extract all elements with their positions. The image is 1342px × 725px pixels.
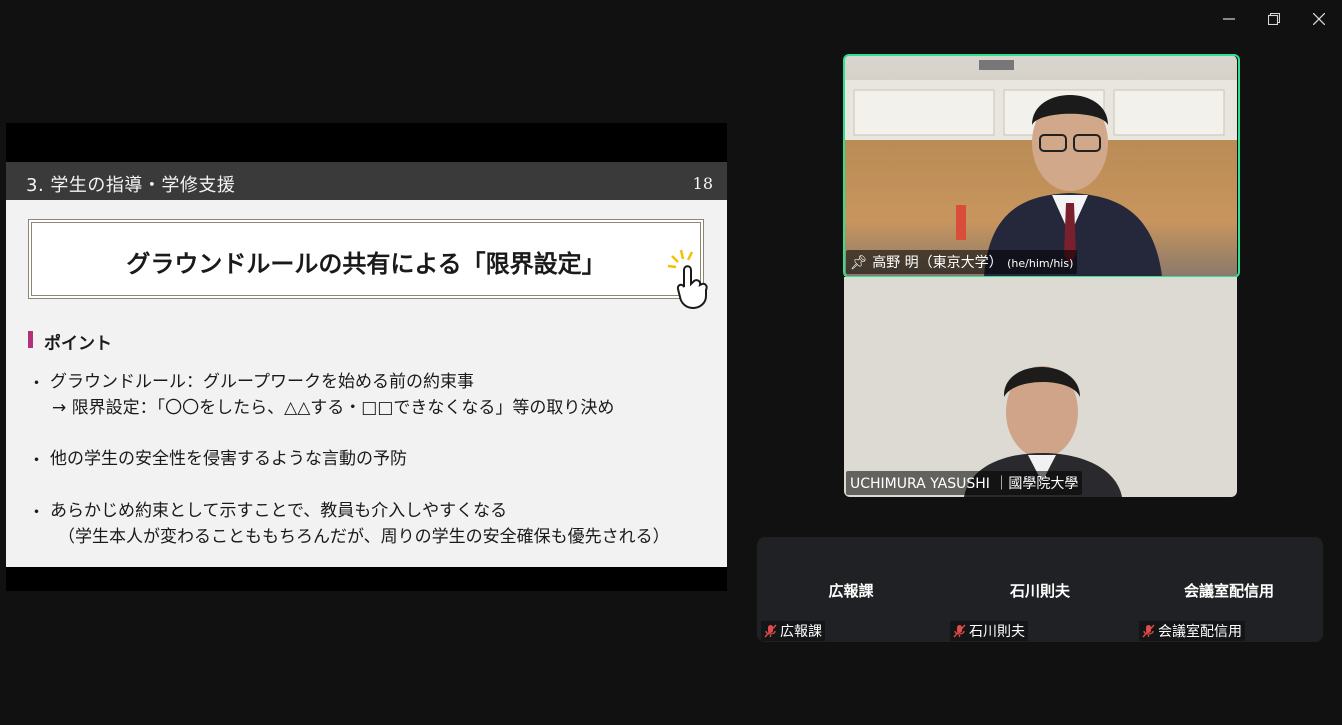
video-feed (964, 366, 1122, 497)
video-tile-pinned[interactable]: 📌︎ 高野 明（東京大学） (he/him/his) (844, 55, 1237, 276)
mic-muted-icon (1142, 624, 1155, 638)
bullet-3-text: あらかじめ約束として示すことで、教員も介入しやすくなる (50, 501, 508, 521)
participant-footer: 広報課 (761, 621, 825, 641)
slide-title: 3. 学生の指導・学修支援 (26, 175, 236, 196)
participant-tile[interactable]: 石川則夫 石川則夫 (946, 537, 1134, 642)
participant-pronouns: (he/him/his) (1007, 257, 1074, 270)
participant-footer: 会議室配信用 (1139, 621, 1245, 641)
close-button[interactable] (1306, 8, 1332, 30)
video-feed (844, 60, 1237, 276)
minimize-button[interactable] (1216, 8, 1242, 30)
participant-footer-name: 石川則夫 (969, 624, 1025, 640)
bullet-2-text: 他の学生の安全性を侵害するような言動の予防 (50, 449, 407, 469)
section-marker (28, 331, 33, 348)
bullet-1-sub: → 限界設定：「〇〇をしたら、△△する・□□できなくなる」等の取り決め (52, 398, 615, 418)
participant-footer: 石川則夫 (950, 621, 1028, 641)
slide-heading: グラウンドルールの共有による「限界設定」 (126, 250, 606, 278)
participant-tile[interactable]: 広報課 広報課 (757, 537, 945, 642)
pin-icon: 📌︎ (850, 255, 868, 271)
participant-strip: 広報課 広報課 石川則夫 石川則夫 会議室配信用 会議室配信用 (757, 537, 1323, 642)
participant-footer-name: 広報課 (780, 624, 822, 640)
bullet-marker: ・ (28, 503, 45, 523)
slide-page-number: 18 (692, 174, 713, 193)
participant-tile[interactable]: 会議室配信用 会議室配信用 (1135, 537, 1323, 642)
bullet-3-sub: （学生本人が変わることももちろんだが、周りの学生の安全確保も優先される） (58, 527, 670, 547)
video-tile[interactable]: UCHIMURA YASUSHI ｜國學院大學 (844, 277, 1237, 497)
slide-header: 3. 学生の指導・学修支援 18 (6, 162, 727, 200)
minimize-icon (1223, 18, 1235, 20)
participant-display-name: 会議室配信用 (1183, 582, 1274, 600)
mic-muted-icon (953, 624, 966, 638)
slide-heading-box: グラウンドルールの共有による「限界設定」 (28, 219, 704, 299)
participant-display-name: 広報課 (828, 582, 874, 600)
participant-name: 高野 明（東京大学） (872, 255, 1003, 271)
restore-button[interactable] (1261, 8, 1287, 30)
section-label: ポイント (44, 334, 112, 354)
bullet-marker: ・ (28, 374, 45, 394)
mic-muted-icon (764, 624, 777, 638)
participant-display-name: 石川則夫 (1009, 582, 1070, 600)
pointing-hand-icon (667, 249, 708, 310)
close-icon (1313, 13, 1325, 25)
bullet-1-text: グラウンドルール：グループワークを始める前の約束事 (50, 372, 474, 392)
participant-name-tag: 📌︎ 高野 明（東京大学） (he/him/his) (846, 250, 1078, 274)
slide: 3. 学生の指導・学修支援 18 グラウンドルールの共有による「限界設定」 ポイ… (6, 162, 727, 567)
restore-icon (1268, 13, 1280, 25)
participant-name-tag: UCHIMURA YASUSHI ｜國學院大學 (846, 471, 1083, 495)
shared-screen: 3. 学生の指導・学修支援 18 グラウンドルールの共有による「限界設定」 ポイ… (6, 123, 727, 591)
bullet-marker: ・ (28, 451, 45, 471)
participant-name: UCHIMURA YASUSHI ｜國學院大學 (850, 476, 1079, 492)
participant-footer-name: 会議室配信用 (1158, 624, 1242, 640)
